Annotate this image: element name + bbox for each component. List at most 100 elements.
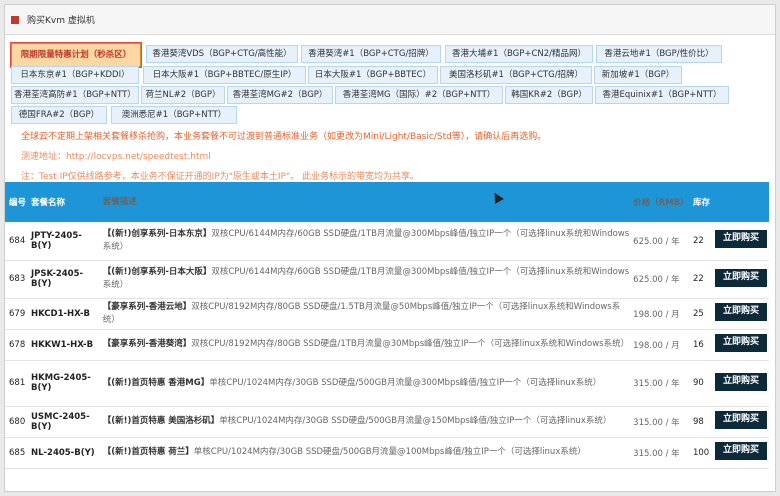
- tab-hk-tsuenwan-mg-intl-2[interactable]: 香港荃湾MG（国际）#2（BGP+NTT）: [335, 86, 503, 104]
- row-name: HKKW1-HX-B: [30, 339, 94, 350]
- tab-hk-equinix-1[interactable]: 香港Equinix#1（BGP+NTT）: [595, 86, 729, 104]
- tab-jp-osaka-1[interactable]: 日本大阪#1（BGP+BBTEC）: [308, 66, 438, 84]
- buy-now-button[interactable]: 立即购买: [714, 372, 767, 391]
- region-tabs: 限期限量特惠计划（秒杀区） 香港葵湾VDS（BGP+CTG/高性能） 香港葵湾#…: [5, 35, 775, 182]
- buy-now-button[interactable]: 立即购买: [714, 334, 767, 352]
- col-stock: 库存: [692, 198, 710, 208]
- row-spec: 单核CPU/1024M内存/30GB SSD硬盘/500GB月流量@100Mbp…: [193, 447, 586, 457]
- row-buy-cell: 立即购买: [713, 260, 769, 298]
- row-spec: 双核CPU/8192M内存/80GB SSD硬盘/1TB月流量@30Mbps峰值…: [191, 339, 630, 349]
- row-price: 198.00 / 月: [633, 340, 680, 351]
- buy-now-button[interactable]: 立即购买: [714, 230, 767, 249]
- row-stock: 22: [692, 235, 704, 246]
- row-stock: 90: [692, 378, 704, 388]
- purchase-window: 购买Kvm 虚拟机 限期限量特惠计划（秒杀区） 香港葵湾VDS（BGP+CTG/…: [4, 4, 776, 492]
- table-row: 683 JPSK-2405-B(Y) 【(新!)创享系列-日本大阪】双核CPU/61…: [5, 260, 769, 298]
- row-tag: 【(新!)创享系列-日本东京】: [102, 228, 212, 239]
- buy-now-button[interactable]: 立即购买: [714, 268, 767, 287]
- row-desc: 【(新!)首页特惠 荷兰】单核CPU/1024M内存/30GB SSD硬盘/50…: [101, 437, 631, 468]
- tab-de-fra-2[interactable]: 德国FRA#2（BGP）: [11, 106, 107, 124]
- table-row: 680 USMC-2405-B(Y) 【(新!)首页特惠 美国洛杉矶】单核CPU/1…: [5, 406, 769, 437]
- row-stock: 22: [692, 274, 704, 284]
- row-id: 678: [9, 339, 26, 350]
- row-tag: 【豪享系列-香港葵湾】: [102, 339, 192, 349]
- row-price: 625.00 / 年: [633, 275, 680, 285]
- tab-kr-2[interactable]: 韩国KR#2（BGP）: [505, 86, 593, 104]
- table-row: 685 NL-2405-B(Y) 【(新!)首页特惠 荷兰】单核CPU/1024M内…: [5, 437, 769, 468]
- row-buy-cell: 立即购买: [713, 329, 769, 360]
- row-name: JPSK-2405-B(Y): [30, 269, 84, 289]
- row-name: HKMG-2405-B(Y): [30, 373, 91, 393]
- row-id: 680: [9, 416, 26, 427]
- notice-speedtest: 测速地址：http://locvps.net/speedtest.html: [21, 152, 211, 162]
- row-price: 315.00 / 年: [633, 448, 680, 459]
- table-row: 681 HKMG-2405-B(Y) 【(新!)首页特惠 香港MG】单核CPU/10…: [5, 360, 769, 406]
- window-title: 购买Kvm 虚拟机: [27, 16, 95, 26]
- row-tag: 【(新!)创享系列-日本大阪】: [102, 267, 212, 277]
- table-header-row: 编号 套餐名称 套餐描述 价格（RMB） 库存: [5, 182, 769, 222]
- row-desc: 【(新!)首页特惠 美国洛杉矶】单核CPU/1024M内存/30GB SSD硬盘…: [101, 406, 631, 437]
- row-tag: 【(新!)首页特惠 香港MG】: [102, 377, 210, 388]
- row-buy-cell: 立即购买: [713, 406, 769, 437]
- tab-hk-kwaiwan-vds[interactable]: 香港葵湾VDS（BGP+CTG/高性能）: [146, 45, 298, 63]
- table-row: 678 HKKW1-HX-B 【豪享系列-香港葵湾】双核CPU/8192M内存/80…: [5, 329, 769, 360]
- col-id: 编号: [9, 198, 27, 208]
- row-id: 684: [9, 235, 26, 246]
- table-row: 679 HKCD1-HX-B 【豪享系列-香港云地】双核CPU/8192M内存/80…: [5, 298, 769, 329]
- row-spec: 单核CPU/1024M内存/30GB SSD硬盘/500GB月流量@300Mbp…: [209, 377, 602, 388]
- col-buy: [713, 182, 769, 222]
- row-desc: 【豪享系列-香港云地】双核CPU/8192M内存/80GB SSD硬盘/1.5T…: [101, 298, 631, 329]
- row-desc: 【(新!)创享系列-日本大阪】双核CPU/6144M内存/60GB SSD硬盘/…: [101, 260, 631, 298]
- row-name: USMC-2405-B(Y): [30, 411, 90, 432]
- buy-now-button[interactable]: 立即购买: [714, 442, 767, 460]
- tab-jp-tokyo-1[interactable]: 日本东京#1（BGP+KDDI）: [11, 66, 139, 84]
- tab-jp-osaka-1-native[interactable]: 日本大阪#1（BGP+BBTEC/原生IP）: [143, 66, 306, 84]
- row-price: 198.00 / 月: [633, 309, 680, 320]
- row-desc: 【(新!)首页特惠 香港MG】单核CPU/1024M内存/30GB SSD硬盘/…: [101, 360, 631, 406]
- row-stock: 25: [692, 308, 704, 319]
- row-id: 681: [9, 378, 26, 388]
- row-id: 679: [9, 308, 26, 319]
- row-buy-cell: 立即购买: [713, 298, 769, 329]
- row-stock: 98: [692, 416, 704, 427]
- tab-nl-2[interactable]: 荷兰NL#2（BGP）: [141, 86, 225, 104]
- row-buy-cell: 立即购买: [713, 360, 769, 406]
- row-name: NL-2405-B(Y): [30, 447, 95, 458]
- row-stock: 100: [692, 447, 710, 458]
- col-price: 价格（RMB）: [633, 198, 689, 208]
- row-buy-cell: 立即购买: [713, 222, 769, 260]
- buy-now-button[interactable]: 立即购买: [714, 411, 767, 429]
- row-id: 685: [9, 447, 26, 458]
- row-price: 315.00 / 年: [633, 417, 680, 428]
- plans-table: 编号 套餐名称 套餐描述 价格（RMB） 库存 684 JPTY-2405-B(Y…: [5, 182, 769, 469]
- col-name: 套餐名称: [30, 198, 65, 208]
- row-desc: 【(新!)创享系列-日本东京】双核CPU/6144M内存/60GB SSD硬盘/…: [101, 222, 631, 260]
- notice-block: 全球云不定期上架相关套餐移杀抢购，本业务套餐不可过渡到普通标准业务（如更改为Mi…: [5, 127, 775, 187]
- row-spec: 单核CPU/1024M内存/30GB SSD硬盘/500GB月流量@150Mbp…: [219, 416, 612, 426]
- row-tag: 【(新!)首页特惠 美国洛杉矶】: [102, 416, 220, 426]
- col-desc: 套餐描述: [102, 196, 137, 207]
- tab-sg-1[interactable]: 新加坡#1（BGP）: [594, 66, 682, 84]
- row-name: JPTY-2405-B(Y): [30, 230, 82, 251]
- row-stock: 16: [692, 339, 704, 350]
- row-buy-cell: 立即购买: [713, 437, 769, 468]
- notice-flash-sale: 全球云不定期上架相关套餐移杀抢购，本业务套餐不可过渡到普通标准业务（如更改为Mi…: [21, 132, 547, 142]
- row-name: HKCD1-HX-B: [30, 308, 91, 319]
- row-tag: 【(新!)首页特惠 荷兰】: [102, 447, 194, 457]
- buy-now-button[interactable]: 立即购买: [714, 303, 767, 321]
- tab-hk-kwaiwan-1[interactable]: 香港葵湾#1（BGP+CTG/招牌）: [301, 45, 441, 63]
- row-id: 683: [9, 274, 26, 284]
- tab-hk-tsuenwan-ddos[interactable]: 香港荃湾高防#1（BGP+NTT）: [11, 86, 139, 104]
- row-desc: 【豪享系列-香港葵湾】双核CPU/8192M内存/80GB SSD硬盘/1TB月…: [101, 329, 631, 360]
- tab-hk-taipo-1[interactable]: 香港大埔#1（BGP+CN2/精品网）: [445, 45, 593, 63]
- tab-hk-yundi-1[interactable]: 香港云地#1（BGP/性价比）: [596, 45, 722, 63]
- row-tag: 【豪享系列-香港云地】: [102, 301, 192, 312]
- table-row: 684 JPTY-2405-B(Y) 【(新!)创享系列-日本东京】双核CPU/61…: [5, 222, 769, 260]
- tab-us-la-1[interactable]: 美国洛杉矶#1（BGP+CTG/招牌）: [440, 66, 592, 84]
- tab-hk-tsuenwan-mg-2[interactable]: 香港荃湾MG#2（BGP）: [227, 86, 333, 104]
- tab-flash-sale[interactable]: 限期限量特惠计划（秒杀区）: [10, 42, 142, 68]
- tab-au-sydney-1[interactable]: 澳洲悉尼#1（BGP+NTT）: [111, 106, 237, 124]
- window-titlebar: 购买Kvm 虚拟机: [5, 5, 775, 35]
- row-price: 625.00 / 年: [633, 236, 680, 247]
- row-price: 315.00 / 年: [633, 379, 680, 389]
